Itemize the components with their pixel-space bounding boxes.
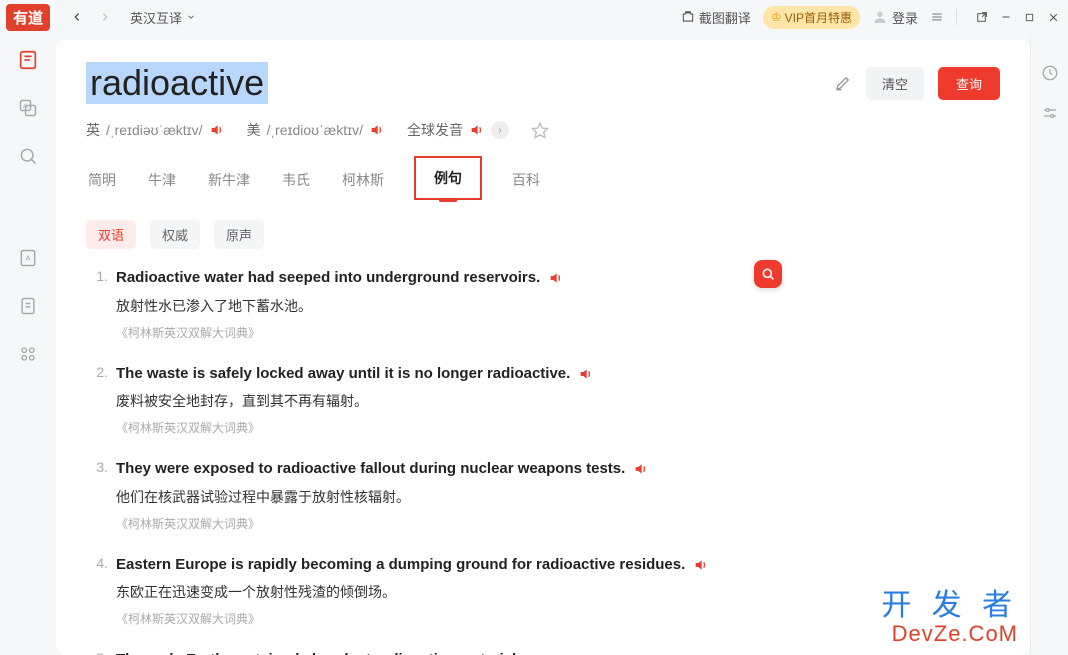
main-panel: radioactive 清空 查询 英 /ˌreɪdiəʊˈæktɪv/ 美 /… <box>56 40 1030 655</box>
global-speaker-icon <box>469 122 485 138</box>
filter-bilingual[interactable]: 双语 <box>86 220 136 249</box>
tabs: 简明 牛津 新牛津 韦氏 柯林斯 例句 百科 <box>86 164 1000 200</box>
favorite-star-icon[interactable] <box>531 121 549 139</box>
language-mode-label: 英汉互译 <box>130 8 182 27</box>
close-icon[interactable] <box>1047 11 1060 24</box>
tab-new-oxford[interactable]: 新牛津 <box>206 164 252 200</box>
clear-button[interactable]: 清空 <box>866 67 924 100</box>
minimize-icon[interactable] <box>1000 11 1012 23</box>
app-logo: 有道 <box>0 0 56 34</box>
screenshot-translate-label: 截图翻译 <box>699 8 751 27</box>
example-number: 3. <box>86 458 108 532</box>
forward-button[interactable] <box>94 6 116 28</box>
global-pron-label: 全球发音 <box>407 120 463 140</box>
login-label: 登录 <box>892 8 918 27</box>
screenshot-translate-button[interactable]: 截图翻译 <box>681 8 751 27</box>
example-english: The waste is safely locked away until it… <box>116 363 570 386</box>
sidebar-dictionary-icon[interactable] <box>16 48 40 72</box>
topbar-right: 截图翻译 ♔ VIP首月特惠 登录 <box>681 6 1060 29</box>
example-list: 1. Radioactive water had seeped into unde… <box>86 267 1000 655</box>
tab-oxford[interactable]: 牛津 <box>146 164 178 200</box>
us-ipa: /ˌreɪdioʊˈæktɪv/ <box>267 122 364 138</box>
svg-text:A: A <box>26 254 31 263</box>
global-pronunciation[interactable]: 全球发音 › <box>407 120 509 140</box>
example-speaker-icon[interactable] <box>548 270 564 286</box>
example-item: 5. The early Earth contained abundant rad… <box>86 649 992 655</box>
sidebar-translate-icon[interactable]: A <box>16 96 40 120</box>
search-row: radioactive 清空 查询 <box>86 62 1000 104</box>
filter-voice[interactable]: 原声 <box>214 220 264 249</box>
settings-sliders-icon[interactable] <box>1041 104 1059 122</box>
tab-encyclopedia[interactable]: 百科 <box>510 164 542 200</box>
example-chinese: 他们在核武器试验过程中暴露于放射性核辐射。 <box>116 487 992 507</box>
example-number: 1. <box>86 267 108 341</box>
example-speaker-icon[interactable] <box>693 557 709 573</box>
sidebar-document-icon[interactable] <box>16 294 40 318</box>
divider <box>956 9 957 25</box>
example-filters: 双语 权威 原声 <box>86 220 1000 249</box>
example-chinese: 废料被安全地封存，直到其不再有辐射。 <box>116 391 992 411</box>
example-number: 5. <box>86 649 108 655</box>
search-actions: 清空 查询 <box>834 67 1000 100</box>
example-chinese: 放射性水已渗入了地下蓄水池。 <box>116 296 992 316</box>
example-source: 《柯林斯英汉双解大词典》 <box>116 324 992 341</box>
nav-arrows <box>66 6 116 28</box>
example-item: 2. The waste is safely locked away until … <box>86 363 992 437</box>
tab-webster[interactable]: 韦氏 <box>280 164 312 200</box>
app-logo-text: 有道 <box>6 4 50 31</box>
us-pronunciation: 美 /ˌreɪdioʊˈæktɪv/ <box>247 120 386 140</box>
example-speaker-icon[interactable] <box>633 461 649 477</box>
example-item: 1. Radioactive water had seeped into unde… <box>86 267 992 341</box>
uk-speaker-icon[interactable] <box>209 122 225 138</box>
uk-label: 英 <box>86 120 100 140</box>
example-english: Radioactive water had seeped into underg… <box>116 267 540 290</box>
search-button[interactable]: 查询 <box>938 67 1000 100</box>
handwriting-icon[interactable] <box>834 74 852 92</box>
us-label: 美 <box>247 120 261 140</box>
right-sidebar <box>1030 34 1068 655</box>
tab-examples[interactable]: 例句 <box>414 156 482 200</box>
example-item: 4. Eastern Europe is rapidly becoming a d… <box>86 554 992 628</box>
uk-ipa: /ˌreɪdiəʊˈæktɪv/ <box>106 122 203 138</box>
example-chinese: 东欧正在迅速变成一个放射性残渣的倾倒场。 <box>116 582 992 602</box>
example-english: They were exposed to radioactive fallout… <box>116 458 625 481</box>
maximize-icon[interactable] <box>1024 12 1035 23</box>
floating-search-icon[interactable] <box>754 260 782 288</box>
sidebar-apps-icon[interactable] <box>16 342 40 366</box>
uk-pronunciation: 英 /ˌreɪdiəʊˈæktɪv/ <box>86 120 225 140</box>
tab-collins[interactable]: 柯林斯 <box>340 164 386 200</box>
example-source: 《柯林斯英汉双解大词典》 <box>116 419 992 436</box>
titlebar: 有道 英汉互译 截图翻译 ♔ VIP首月特惠 登录 <box>0 0 1068 34</box>
back-button[interactable] <box>66 6 88 28</box>
vip-badge[interactable]: ♔ VIP首月特惠 <box>763 6 860 29</box>
menu-icon[interactable] <box>930 10 944 24</box>
example-english: The early Earth contained abundant radio… <box>116 649 529 655</box>
sidebar-search-icon[interactable] <box>16 144 40 168</box>
example-source: 《柯林斯英汉双解大词典》 <box>116 610 992 627</box>
vip-label: VIP首月特惠 <box>785 9 852 26</box>
pronunciation-row: 英 /ˌreɪdiəʊˈæktɪv/ 美 /ˌreɪdioʊˈæktɪv/ 全球… <box>86 120 1000 140</box>
watermark-line2: DevZe.CoM <box>881 622 1018 645</box>
us-speaker-icon[interactable] <box>369 122 385 138</box>
watermark-line1: 开 发 者 <box>881 590 1018 622</box>
history-icon[interactable] <box>1041 64 1059 82</box>
example-speaker-icon[interactable] <box>578 366 594 382</box>
example-source: 《柯林斯英汉双解大词典》 <box>116 515 992 532</box>
watermark: 开 发 者 DevZe.CoM <box>881 590 1018 645</box>
example-number: 2. <box>86 363 108 437</box>
sidebar-wordbook-icon[interactable]: A <box>16 246 40 270</box>
example-english: Eastern Europe is rapidly becoming a dum… <box>116 554 685 577</box>
chevron-right-icon: › <box>491 121 509 139</box>
example-item: 3. They were exposed to radioactive fallo… <box>86 458 992 532</box>
login-button[interactable]: 登录 <box>872 8 918 27</box>
language-mode-dropdown[interactable]: 英汉互译 <box>130 8 196 27</box>
svg-text:A: A <box>23 103 28 110</box>
example-number: 4. <box>86 554 108 628</box>
window-controls <box>975 11 1060 24</box>
left-sidebar: A A <box>0 34 56 655</box>
pin-icon[interactable] <box>975 11 988 24</box>
filter-authoritative[interactable]: 权威 <box>150 220 200 249</box>
tab-concise[interactable]: 简明 <box>86 164 118 200</box>
search-word[interactable]: radioactive <box>86 62 268 104</box>
